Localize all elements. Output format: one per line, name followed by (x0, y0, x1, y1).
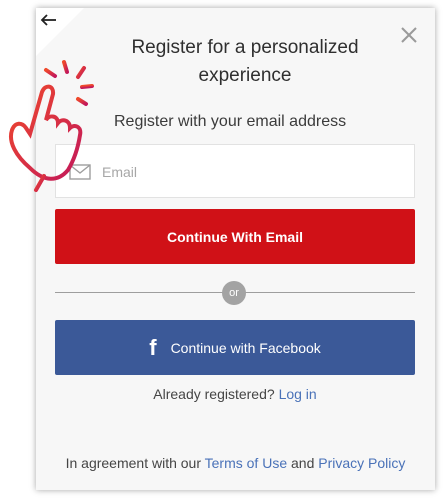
arrow-left-icon[interactable] (39, 10, 59, 30)
already-registered-text: Already registered? (153, 386, 275, 402)
page: Register for a personalized experience R… (0, 0, 447, 504)
or-separator: or (222, 281, 246, 305)
already-registered-line: Already registered? Log in (55, 386, 415, 402)
terms-of-use-link[interactable]: Terms of Use (205, 455, 287, 471)
login-link[interactable]: Log in (279, 386, 317, 402)
continue-with-email-button[interactable]: Continue With Email (55, 209, 415, 264)
continue-with-facebook-button[interactable]: f Continue with Facebook (55, 320, 415, 375)
agreement-and: and (291, 455, 315, 471)
facebook-icon: f (149, 334, 157, 360)
close-icon[interactable] (398, 24, 420, 46)
email-input[interactable] (100, 145, 404, 199)
tap-hand-icon (0, 56, 110, 196)
facebook-button-label: Continue with Facebook (170, 339, 321, 356)
privacy-policy-link[interactable]: Privacy Policy (318, 455, 405, 471)
agreement-prefix: In agreement with our (65, 455, 201, 471)
dialog-title: Register for a personalized experience (131, 37, 359, 86)
dialog-subtitle: Register with your email address (114, 113, 347, 130)
agreement-line: In agreement with our Terms of Use and P… (40, 455, 431, 471)
